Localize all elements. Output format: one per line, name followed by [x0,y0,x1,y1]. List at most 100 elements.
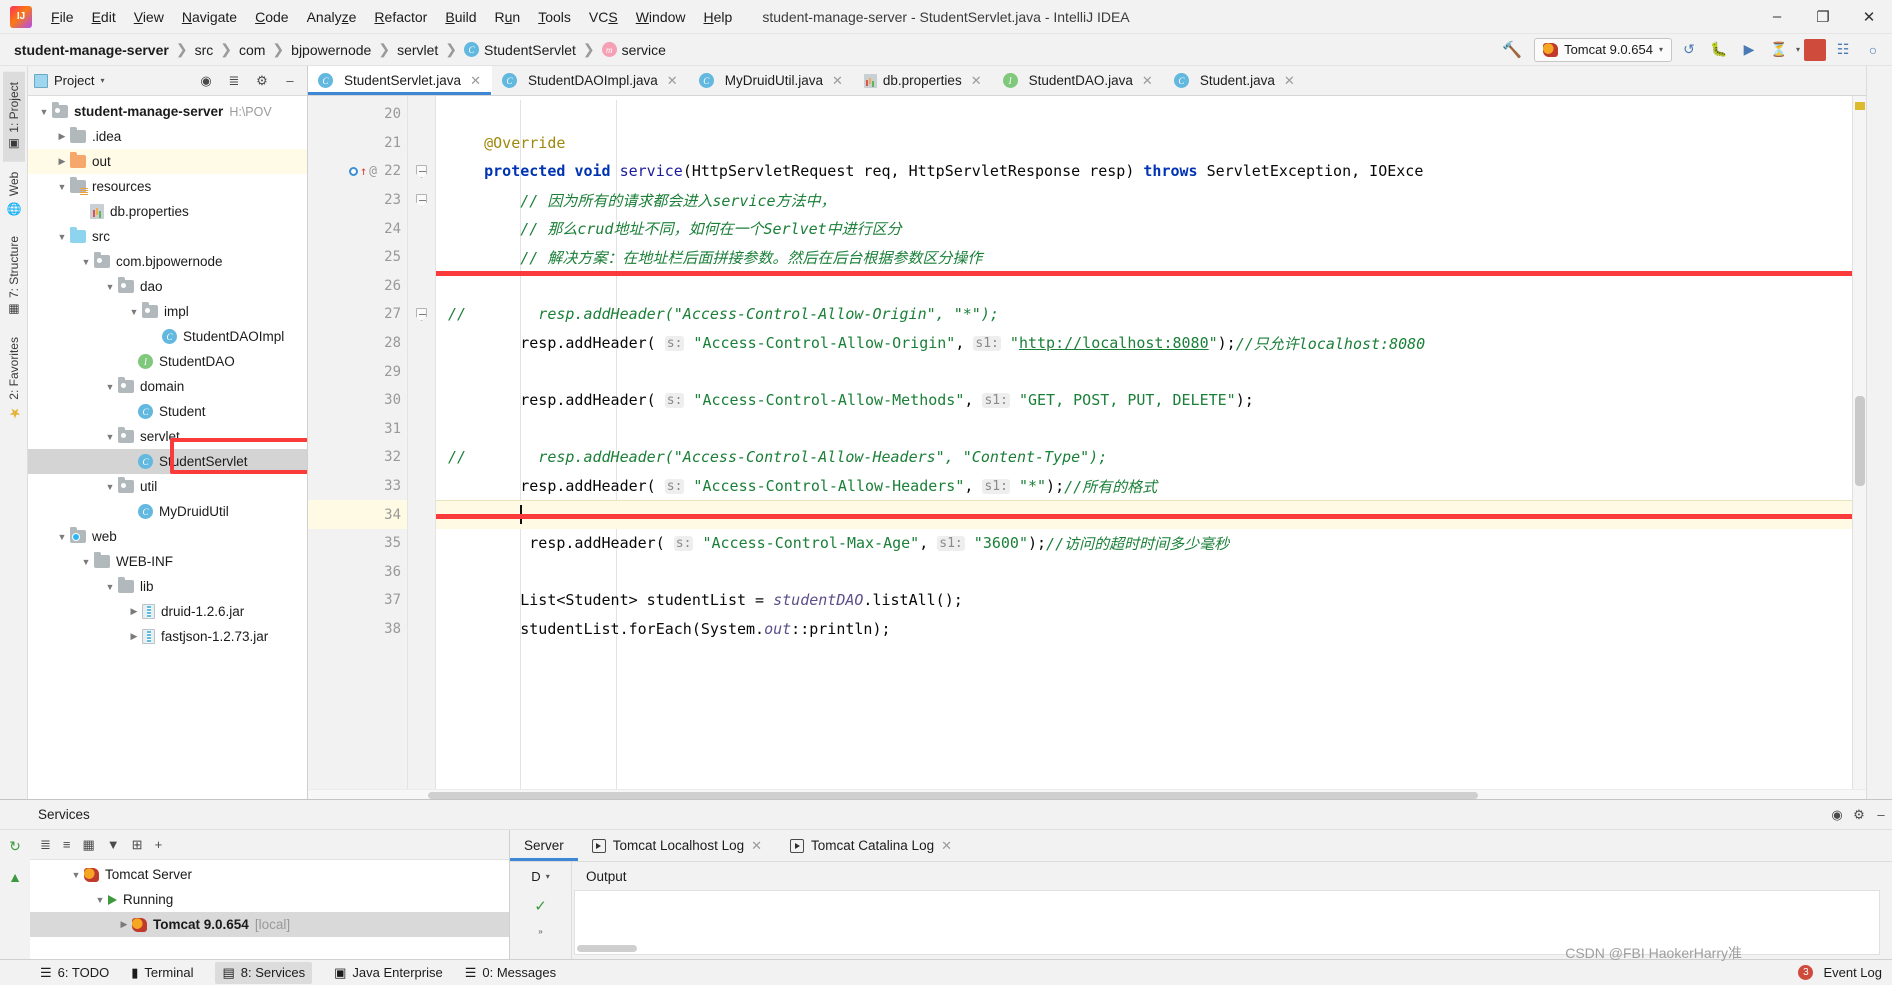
close-icon[interactable]: ✕ [470,73,481,89]
gear-icon[interactable]: ⚙ [251,70,273,92]
code-line-30[interactable]: resp.addHeader( s: "Access-Control-Allow… [436,386,1852,415]
code-line-23[interactable]: // 因为所有的请求都会进入service方法中， [436,186,1852,215]
sidebar-tab-web[interactable]: 🌐 Web [3,162,25,226]
code-line-28[interactable]: resp.addHeader( s: "Access-Control-Allow… [436,329,1852,358]
close-icon[interactable]: ✕ [1142,73,1153,89]
menu-view[interactable]: View [125,5,173,29]
tab-student-java[interactable]: C Student.java ✕ [1164,66,1306,95]
menu-run[interactable]: Run [486,5,530,29]
tree-item-dao[interactable]: ▼ dao [28,274,307,299]
code-line-33[interactable]: resp.addHeader( s: "Access-Control-Allow… [436,472,1852,501]
collapse-all-icon[interactable]: ≣ [223,70,245,92]
code-editor[interactable]: @Override protected void service(HttpSer… [436,96,1852,789]
fold-slot[interactable] [408,157,435,186]
tree-item-studentservlet[interactable]: C StudentServlet [28,449,307,474]
code-line-20[interactable] [436,100,1852,129]
chevron-right-icon[interactable]: ▶ [116,919,132,930]
chevron-right-icon[interactable]: ▶ [126,606,142,617]
hide-panel-icon[interactable]: – [279,70,301,92]
fold-collapse-icon[interactable] [416,165,427,178]
tree-item-web[interactable]: ▼ web [28,524,307,549]
sidebar-tab-favorites[interactable]: ★ 2: Favorites [2,327,26,431]
tree-item-out[interactable]: ▶ out [28,149,307,174]
chevron-down-icon[interactable]: ▼ [102,582,118,592]
scrollbar-thumb[interactable] [577,945,637,952]
tree-item-studentdaoimpl[interactable]: C StudentDAOImpl [28,324,307,349]
tree-item-mydruidutil[interactable]: C MyDruidUtil [28,499,307,524]
fold-collapse-icon[interactable] [416,308,427,321]
tomcat-side-icon[interactable]: ▲ [8,869,22,885]
chevron-down-icon[interactable]: ▼ [78,557,94,567]
breadcrumb-bjpowernode[interactable]: bjpowernode [291,42,371,58]
services-tab-server[interactable]: Server [510,830,578,861]
tree-item-fastjson-jar[interactable]: ▶ fastjson-1.2.73.jar [28,624,307,649]
code-line-34[interactable] [436,500,1852,529]
code-line-22[interactable]: protected void service(HttpServletReques… [436,157,1852,186]
code-line-32[interactable]: // resp.addHeader("Access-Control-Allow-… [436,443,1852,472]
code-line-36[interactable] [436,558,1852,587]
status-services[interactable]: ▤ 8: Services [215,962,312,984]
close-icon[interactable]: ✕ [751,838,762,854]
breadcrumb-method[interactable]: mservice [602,42,666,58]
close-icon[interactable]: ✕ [971,73,982,89]
tree-item-idea[interactable]: ▶ .idea [28,124,307,149]
tab-studentservlet-java[interactable]: C StudentServlet.java ✕ [308,66,492,95]
tree-item-db-properties[interactable]: db.properties [28,199,307,224]
tab-studentdao-java[interactable]: I StudentDAO.java ✕ [993,66,1164,95]
menu-vcs[interactable]: VCS [580,5,627,29]
chevron-down-icon[interactable]: ▼ [36,107,52,117]
code-line-35[interactable]: resp.addHeader( s: "Access-Control-Max-A… [436,529,1852,558]
chevron-down-icon[interactable]: ▼ [126,307,142,317]
menu-window[interactable]: Window [627,5,695,29]
menu-code[interactable]: Code [246,5,297,29]
filter-icon[interactable]: ▼ [107,837,120,852]
chevron-down-icon[interactable]: ▼ [54,182,70,192]
breadcrumb-servlet[interactable]: servlet [397,42,438,58]
gutter-markers[interactable]: ↑ @ [349,164,377,179]
tree-item-module[interactable]: ▼ student-manage-server H:\POV [28,99,307,124]
hide-panel-icon[interactable]: – [1870,804,1892,826]
menu-edit[interactable]: Edit [83,5,125,29]
event-log-label[interactable]: Event Log [1823,965,1882,980]
code-line-31[interactable] [436,415,1852,444]
warning-marker[interactable] [1855,102,1865,110]
status-java-enterprise[interactable]: ▣ Java Enterprise [334,965,443,981]
chevron-right-icon[interactable]: ▶ [54,131,70,142]
breadcrumb-class[interactable]: CStudentServlet [464,42,576,58]
layout-icon[interactable]: ☷ [1830,38,1856,62]
menu-analyze[interactable]: Analyze [298,5,366,29]
services-target-icon[interactable]: ◉ [1826,804,1848,826]
menu-navigate[interactable]: Navigate [173,5,246,29]
close-icon[interactable]: ✕ [832,73,843,89]
tree-item-lib[interactable]: ▼ lib [28,574,307,599]
close-button[interactable]: ✕ [1846,0,1892,34]
debug-icon[interactable]: 🐛 [1706,38,1732,62]
tree-item-web-inf[interactable]: ▼ WEB-INF [28,549,307,574]
breadcrumb-project[interactable]: student-manage-server [14,42,169,58]
add-tab-icon[interactable]: ⊞ [132,837,143,853]
fold-collapse-icon[interactable] [416,194,427,207]
editor-horizontal-scrollbar[interactable] [308,789,1866,799]
services-row-running[interactable]: ▼ Running [30,887,509,912]
output-selector[interactable]: D ▾ [525,866,555,887]
expand-all-icon[interactable]: ≣ [40,837,51,853]
chevron-down-icon[interactable]: ▼ [92,895,108,905]
add-icon[interactable]: + [155,837,163,852]
tab-mydruidutil-java[interactable]: C MyDruidUtil.java ✕ [689,66,854,95]
close-icon[interactable]: ✕ [667,73,678,89]
chevron-right-icon[interactable]: ▶ [126,631,142,642]
code-line-38[interactable]: studentList.forEach(System.out::println)… [436,615,1852,644]
chevron-down-icon[interactable]: ▼ [54,532,70,542]
code-line-25[interactable]: // 解决方案：在地址栏后面拼接参数。然后在后台根据参数区分操作 [436,243,1852,272]
gear-icon[interactable]: ⚙ [1848,804,1870,826]
sidebar-tab-project[interactable]: ▣ 1: Project [3,72,25,162]
rerun-icon[interactable]: ↻ [9,838,21,855]
status-terminal[interactable]: ▮ Terminal [131,965,193,981]
breadcrumb-com[interactable]: com [239,42,265,58]
update-app-icon[interactable]: ↺ [1676,38,1702,62]
scrollbar-thumb[interactable] [1855,396,1865,486]
tree-item-student[interactable]: C Student [28,399,307,424]
tab-db-properties[interactable]: db.properties ✕ [854,66,993,95]
expand-more-icon[interactable]: » [538,927,542,936]
editor-marker-strip[interactable] [1852,96,1866,789]
